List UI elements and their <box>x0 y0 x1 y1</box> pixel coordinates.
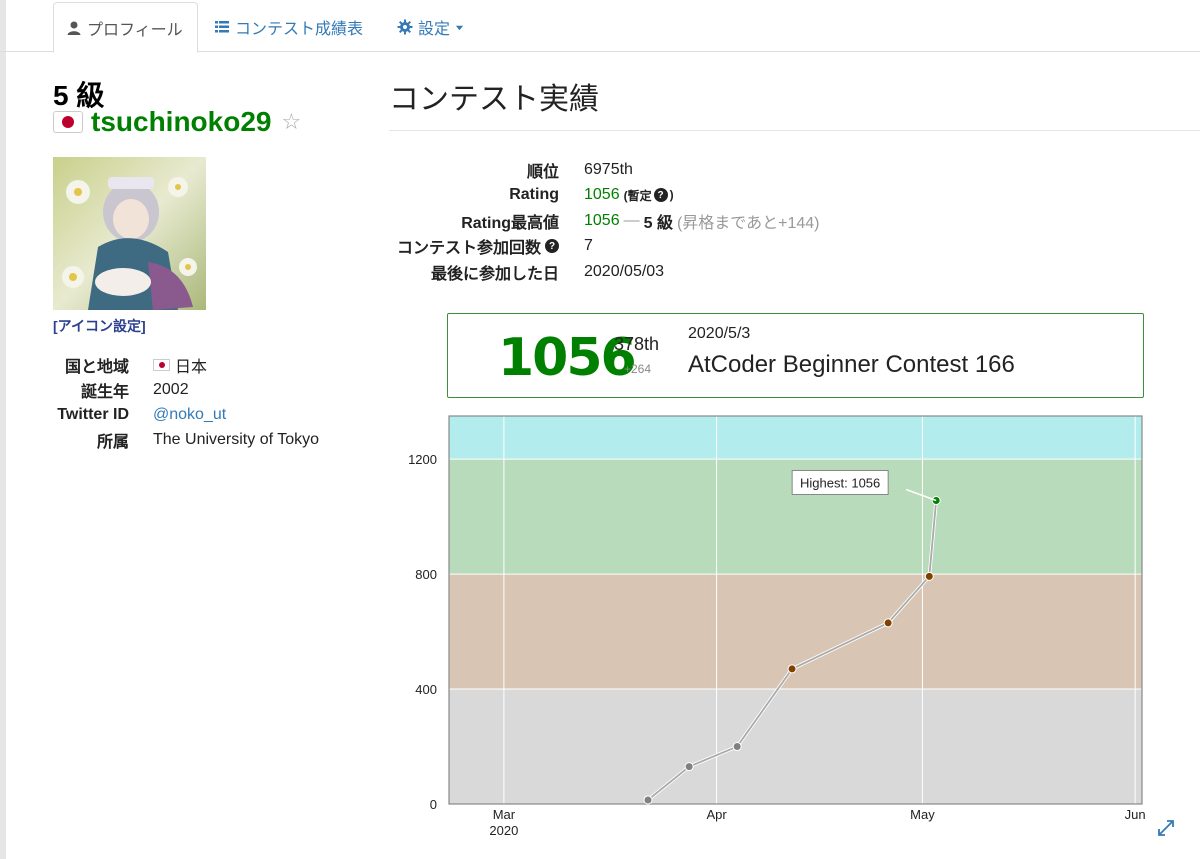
tab-contest-history[interactable]: コンテスト成績表 <box>202 2 375 52</box>
stat-row-rank: 順位 6975th <box>389 157 820 183</box>
highest-rating-value: 1056 <box>584 211 620 229</box>
icon-setting-link[interactable]: [アイコン設定] <box>53 316 146 336</box>
x-tick-label: May <box>910 807 935 822</box>
stat-row-count: コンテスト参加回数? 7 <box>389 234 820 260</box>
help-icon[interactable]: ? <box>653 188 668 203</box>
heading-divider <box>389 130 1200 131</box>
summary-delta: +264 <box>624 362 652 376</box>
tab-profile[interactable]: プロフィール <box>53 2 198 53</box>
rating-point <box>643 795 653 805</box>
stat-row-highest: Rating最高値 1056 — 5 級 (昇格まであと+144) <box>389 208 820 234</box>
x-tick-label: Jun <box>1125 807 1146 822</box>
page-left-edge <box>0 0 6 859</box>
country-name: 日本 <box>175 358 208 376</box>
tab-contest-history-label: コンテスト成績表 <box>235 21 364 38</box>
stat-row-rating: Rating 1056 (暫定?) <box>389 183 820 209</box>
profile-info: 国と地域 日本 誕生年 2002 Twitter ID @noko_ut 所属 … <box>53 352 319 452</box>
info-value: 2002 <box>153 380 189 398</box>
avatar <box>53 157 206 310</box>
highest-grade: 5 級 <box>643 214 673 232</box>
info-row-affiliation: 所属 The University of Tokyo <box>53 427 319 452</box>
y-tick-label: 800 <box>415 567 437 582</box>
rating-point <box>924 571 934 581</box>
stat-value: 1056 (暫定?) <box>584 186 674 204</box>
user-icon <box>67 21 81 35</box>
x-tick-year: 2020 <box>489 823 518 838</box>
stat-value: 7 <box>584 237 593 255</box>
help-icon[interactable]: ? <box>545 239 559 254</box>
caret-down-icon <box>455 25 464 30</box>
list-icon <box>215 21 229 33</box>
provisional-label: (暫定 <box>623 188 652 203</box>
tab-profile-label: プロフィール <box>87 21 183 39</box>
y-tick-label: 1200 <box>408 452 437 467</box>
y-tick-label: 0 <box>430 797 437 812</box>
x-tick-label: Apr <box>706 807 727 822</box>
info-value: 日本 <box>153 353 207 377</box>
summary-contest-name[interactable]: AtCoder Beginner Contest 166 <box>688 351 1015 379</box>
separator: — <box>623 211 640 229</box>
stat-row-last-date: 最後に参加した日 2020/05/03 <box>389 259 820 285</box>
info-key: 国と地域 <box>64 358 129 376</box>
info-key: Twitter ID <box>57 405 129 423</box>
japan-flag-icon <box>53 111 83 133</box>
rating-point <box>684 762 694 772</box>
stat-key-label: コンテスト参加回数 <box>396 240 541 258</box>
rating-summary-box: 1056 378th +264 2020/5/3 AtCoder Beginne… <box>447 313 1144 398</box>
stat-value: 1056 — 5 級 (昇格まであと+144) <box>584 209 820 233</box>
stat-key: 最後に参加した日 <box>430 265 559 283</box>
profile-tabs: プロフィール コンテスト成績表 設定 <box>0 0 1200 53</box>
stat-value: 6975th <box>584 160 633 178</box>
y-tick-label: 400 <box>415 682 437 697</box>
contest-heading: コンテスト実績 <box>389 83 599 116</box>
stat-value: 2020/05/03 <box>584 262 665 280</box>
username-row: tsuchinoko29 ☆ <box>53 106 301 138</box>
stat-key: コンテスト参加回数? <box>389 234 559 258</box>
info-value: The University of Tokyo <box>153 430 319 448</box>
japan-flag-icon <box>153 358 170 371</box>
rating-point <box>787 664 797 674</box>
username[interactable]: tsuchinoko29 <box>91 106 271 138</box>
stat-key: 順位 <box>526 163 559 181</box>
stat-key: Rating最高値 <box>461 214 559 232</box>
rating-band <box>449 416 1142 460</box>
gear-icon <box>397 19 413 35</box>
expand-icon[interactable] <box>1158 820 1174 836</box>
profile-page: プロフィール コンテスト成績表 設定 5 級 tsuchinoko29 ☆ [ア… <box>0 0 1200 859</box>
stat-key: Rating <box>509 186 559 204</box>
info-row-country: 国と地域 日本 <box>53 352 319 377</box>
provisional-note: (暫定?) <box>623 188 674 203</box>
tab-settings-label: 設定 <box>418 21 451 38</box>
info-row-twitter: Twitter ID @noko_ut <box>53 402 319 427</box>
x-tick-label: Mar <box>493 807 516 822</box>
promotion-note: (昇格まであと+144) <box>676 214 820 232</box>
info-row-birth-year: 誕生年 2002 <box>53 377 319 402</box>
tab-settings[interactable]: 設定 <box>385 2 476 52</box>
rating-point <box>732 742 742 752</box>
rating-chart[interactable]: 0 400 800 1200 Mar2020 Apr May Jun Highest: 1056 <box>380 400 1180 859</box>
info-key: 誕生年 <box>80 383 129 401</box>
twitter-link[interactable]: @noko_ut <box>153 406 226 424</box>
annotation-label: Highest: 1056 <box>800 475 880 490</box>
favorite-star-icon[interactable]: ☆ <box>281 109 301 135</box>
rating-value: 1056 <box>584 186 620 204</box>
summary-date: 2020/5/3 <box>688 325 751 342</box>
summary-rank: 378th <box>614 334 660 354</box>
contest-stats: 順位 6975th Rating 1056 (暫定?) Rating最高値 10… <box>389 157 820 285</box>
rating-point <box>883 618 893 628</box>
info-key: 所属 <box>96 433 129 451</box>
rating-band <box>449 689 1142 804</box>
